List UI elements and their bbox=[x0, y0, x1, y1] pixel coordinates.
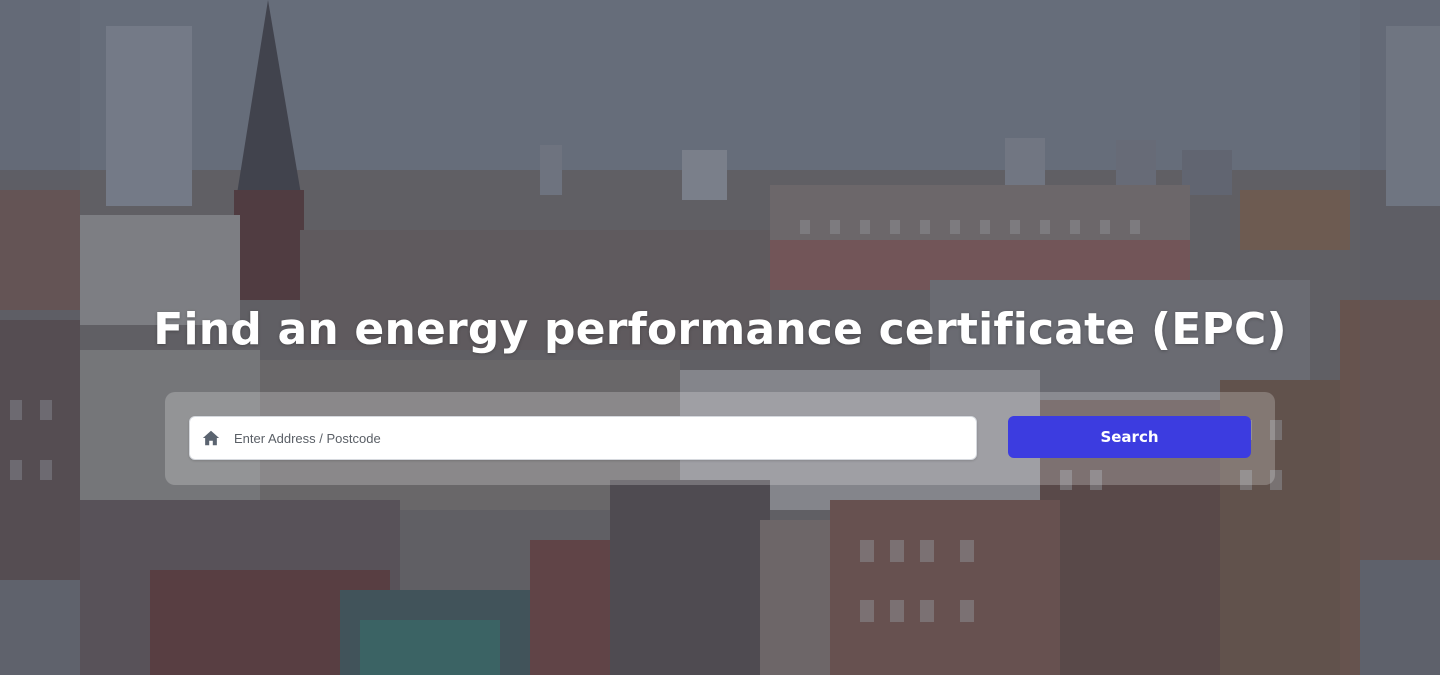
address-search-field[interactable] bbox=[189, 416, 977, 460]
page-title: Find an energy performance certificate (… bbox=[153, 304, 1287, 355]
search-button[interactable]: Search bbox=[1008, 416, 1251, 458]
home-icon bbox=[202, 429, 220, 447]
hero-section: Find an energy performance certificate (… bbox=[0, 0, 1440, 675]
address-postcode-input[interactable] bbox=[234, 418, 976, 458]
